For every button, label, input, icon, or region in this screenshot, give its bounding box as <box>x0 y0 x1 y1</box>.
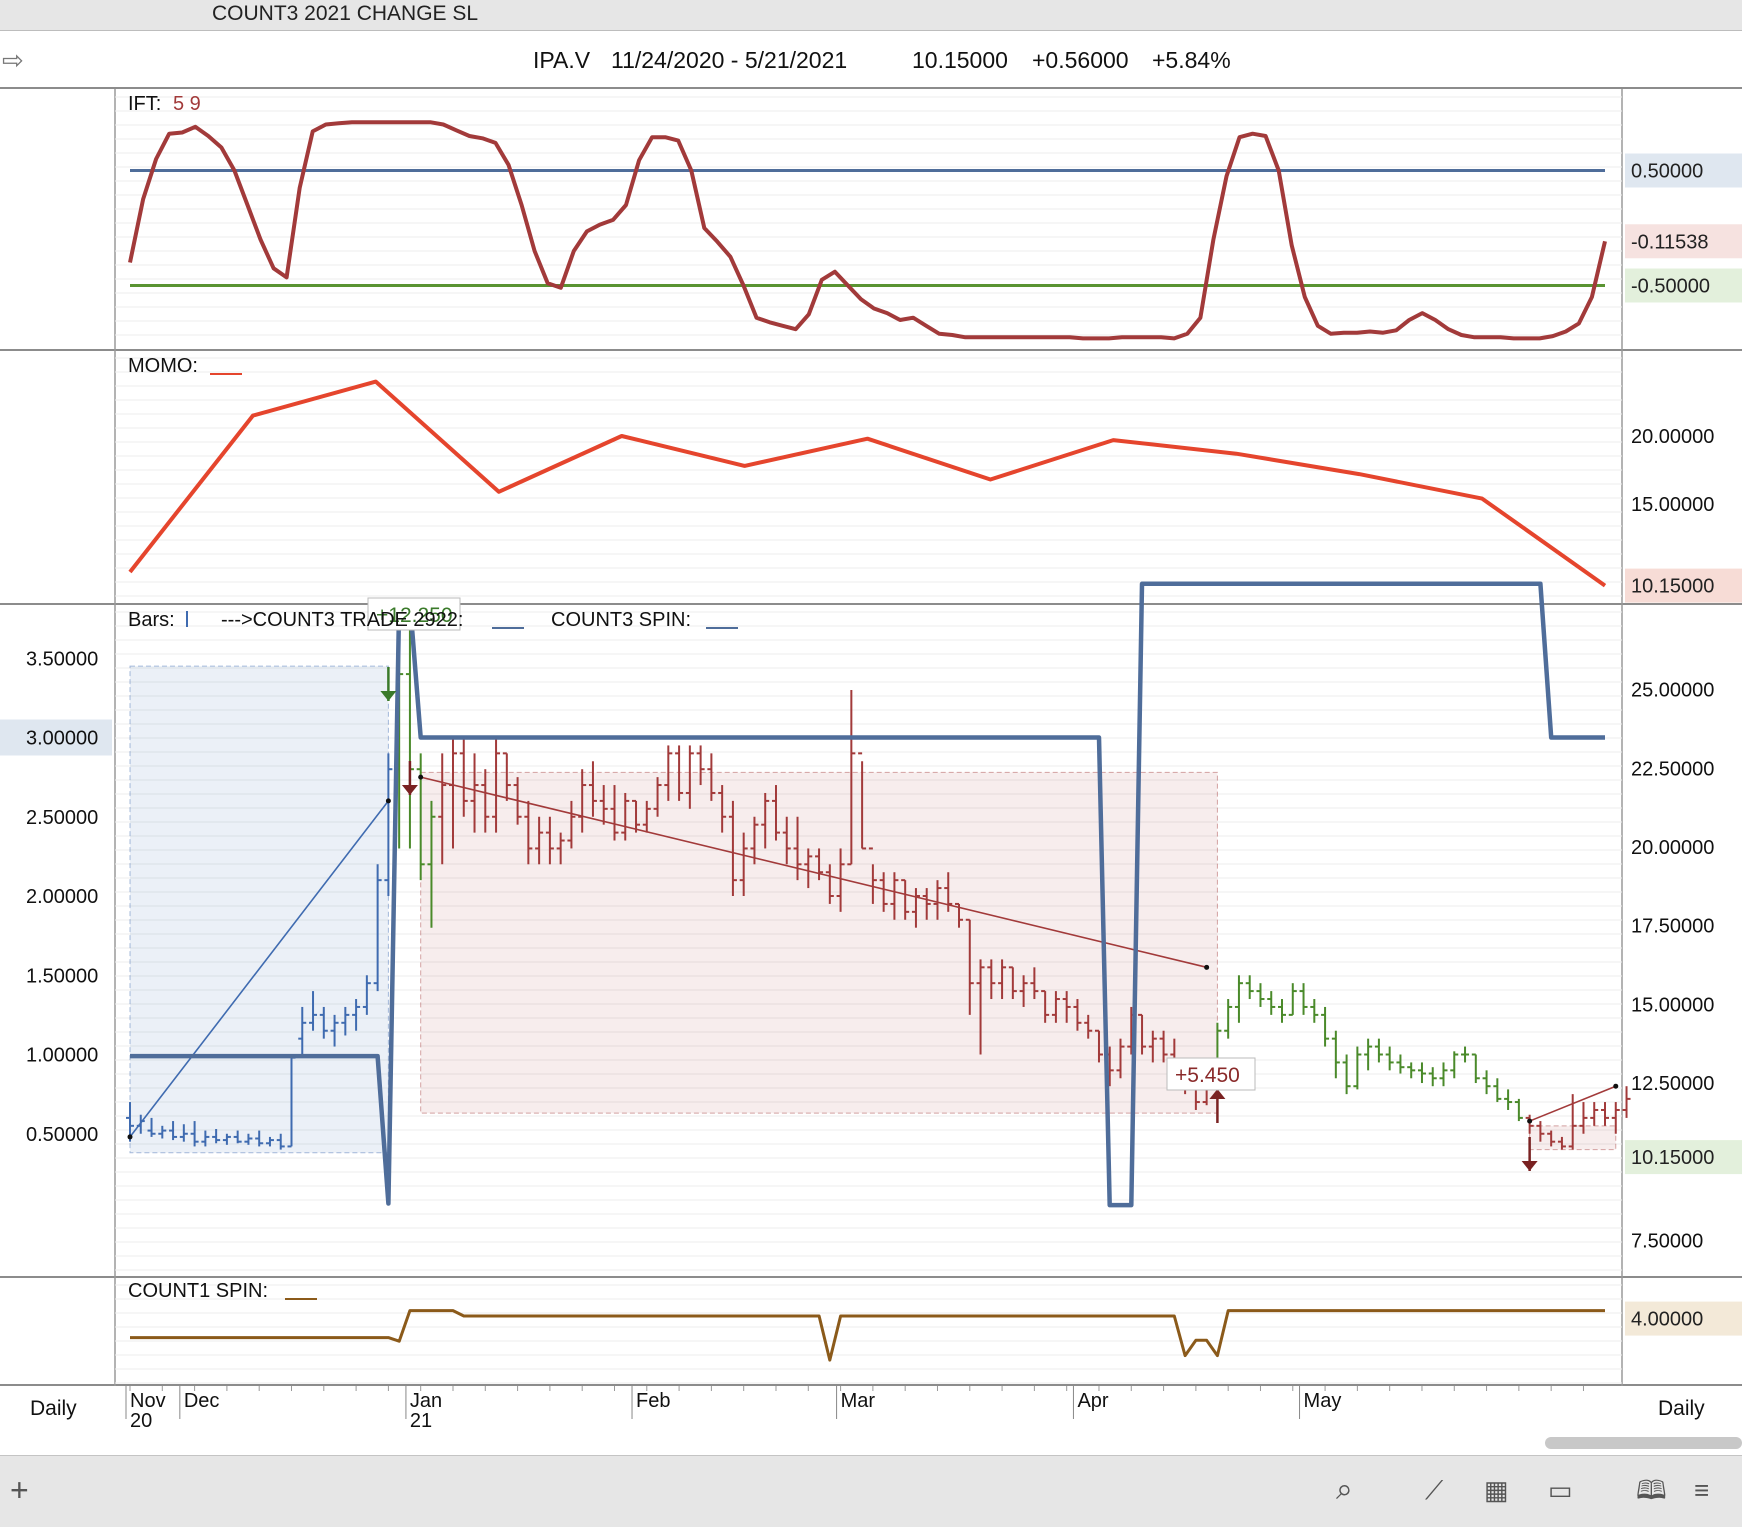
last-price-label: 10.15000 <box>912 47 1008 73</box>
trade-result-label: +5.450 <box>1175 1064 1240 1087</box>
value-badge-label: 10.15000 <box>1631 1147 1714 1169</box>
ift-panel-title: IFT: <box>128 93 161 115</box>
date-range-label: 11/24/2020 - 5/21/2021 <box>611 47 848 73</box>
trade-zone <box>420 771 1218 1114</box>
daily-label-right: Daily <box>1658 1397 1705 1420</box>
momo-panel: 20.00000 15.00000 10.15000 MOMO: <box>115 355 1742 603</box>
trade-tick-label: 20.00000 <box>1631 837 1714 859</box>
trade-tick-label: 17.50000 <box>1631 916 1714 938</box>
count3-trade-legend: --->COUNT3 TRADE 2922: <box>221 609 463 631</box>
value-badge-label: -0.11538 <box>1631 231 1708 253</box>
chart-line-icon[interactable]: ⟋ <box>1425 1475 1443 1505</box>
symbol-label: IPA.V <box>533 47 591 73</box>
regression-point <box>127 1134 133 1140</box>
price-tick-label: 1.00000 <box>26 1045 98 1067</box>
trade-tick-label: 12.50000 <box>1631 1073 1714 1095</box>
chart-area: 0.50000 -0.50000 -0.11538 IFT: 5 9 20.00000 1… <box>0 89 1742 1429</box>
plus-icon[interactable]: + <box>10 1474 29 1506</box>
price-panel: +12.250+5.4503.500003.000002.500002.0000… <box>0 581 1742 1271</box>
month-label: Mar <box>841 1390 876 1412</box>
regression-point <box>385 798 391 804</box>
momo-tick-label: 15.00000 <box>1631 494 1714 516</box>
change-percent-label: +5.84% <box>1152 47 1231 73</box>
ift-series-line <box>128 120 1607 341</box>
ift-panel: 0.50000 -0.50000 -0.11538 IFT: 5 9 <box>115 93 1742 341</box>
count1-panel-title: COUNT1 SPIN: <box>128 1280 268 1302</box>
month-label: Dec <box>184 1390 220 1412</box>
momo-panel-title: MOMO: <box>128 355 198 377</box>
trade-tick-label: 22.50000 <box>1631 758 1714 780</box>
trade-tick-label: 25.00000 <box>1631 680 1714 702</box>
month-label: Apr <box>1077 1390 1108 1412</box>
price-tick-label: 3.00000 <box>26 728 98 750</box>
window-title: COUNT3 2021 CHANGE SL <box>212 2 479 25</box>
month-label: May <box>1304 1390 1342 1412</box>
value-badge-label: 0.50000 <box>1631 161 1703 183</box>
price-tick-label: 2.50000 <box>26 807 98 829</box>
horizontal-scrollbar[interactable] <box>1545 1437 1742 1449</box>
price-tick-label: 1.50000 <box>26 965 98 987</box>
book-icon[interactable]: 🕮 <box>1636 1475 1667 1505</box>
grid-icon[interactable]: ▦ <box>1484 1475 1509 1505</box>
trade-tick-label: 7.50000 <box>1631 1231 1703 1253</box>
price-panel-title: Bars: <box>128 609 175 631</box>
month-label: Jan <box>410 1390 442 1412</box>
trade-arrow-head <box>1521 1161 1538 1171</box>
value-badge-label: 4.00000 <box>1631 1309 1703 1331</box>
regression-point <box>1204 964 1210 970</box>
daily-label-left: Daily <box>30 1397 77 1420</box>
price-tick-label: 3.50000 <box>26 648 98 670</box>
trade-zone <box>129 665 389 1154</box>
window-titlebar: COUNT3 2021 CHANGE SL <box>0 0 1742 31</box>
count3-spin-legend: COUNT3 SPIN: <box>551 609 691 631</box>
panel-icon[interactable]: ▭ <box>1548 1475 1573 1505</box>
menu-icon[interactable]: ≡ <box>1694 1475 1709 1505</box>
search-icon[interactable]: ⌕ <box>1336 1475 1353 1505</box>
bottom-toolbar <box>0 1455 1742 1527</box>
momo-tick-label: 20.00000 <box>1631 426 1714 448</box>
ift-panel-params: 5 9 <box>173 93 201 115</box>
symbol-info-bar: ⇨ IPA.V 11/24/2020 - 5/21/2021 10.15000 … <box>0 31 1742 89</box>
trade-tick-label: 15.00000 <box>1631 994 1714 1016</box>
count1-spin-line <box>130 1309 1605 1362</box>
x-axis: Nov20 Dec Jan21 Feb Mar Apr May Daily Daily <box>0 1386 1742 1429</box>
month-label: Nov <box>130 1390 166 1412</box>
value-badge-label: -0.50000 <box>1631 276 1710 298</box>
year-label: 20 <box>130 1410 152 1429</box>
price-tick-label: 2.00000 <box>26 886 98 908</box>
month-label: Feb <box>636 1390 670 1412</box>
value-badge-label: 10.15000 <box>1631 576 1714 598</box>
regression-point <box>1527 1118 1533 1124</box>
arrow-right-icon[interactable]: ⇨ <box>2 45 24 76</box>
change-label: +0.56000 <box>1032 47 1129 73</box>
price-tick-label: 0.50000 <box>26 1124 98 1146</box>
year-label: 21 <box>410 1410 432 1429</box>
regression-point <box>418 774 424 780</box>
regression-point <box>1613 1083 1619 1089</box>
count1-panel: 4.00000 COUNT1 SPIN: <box>115 1280 1742 1384</box>
